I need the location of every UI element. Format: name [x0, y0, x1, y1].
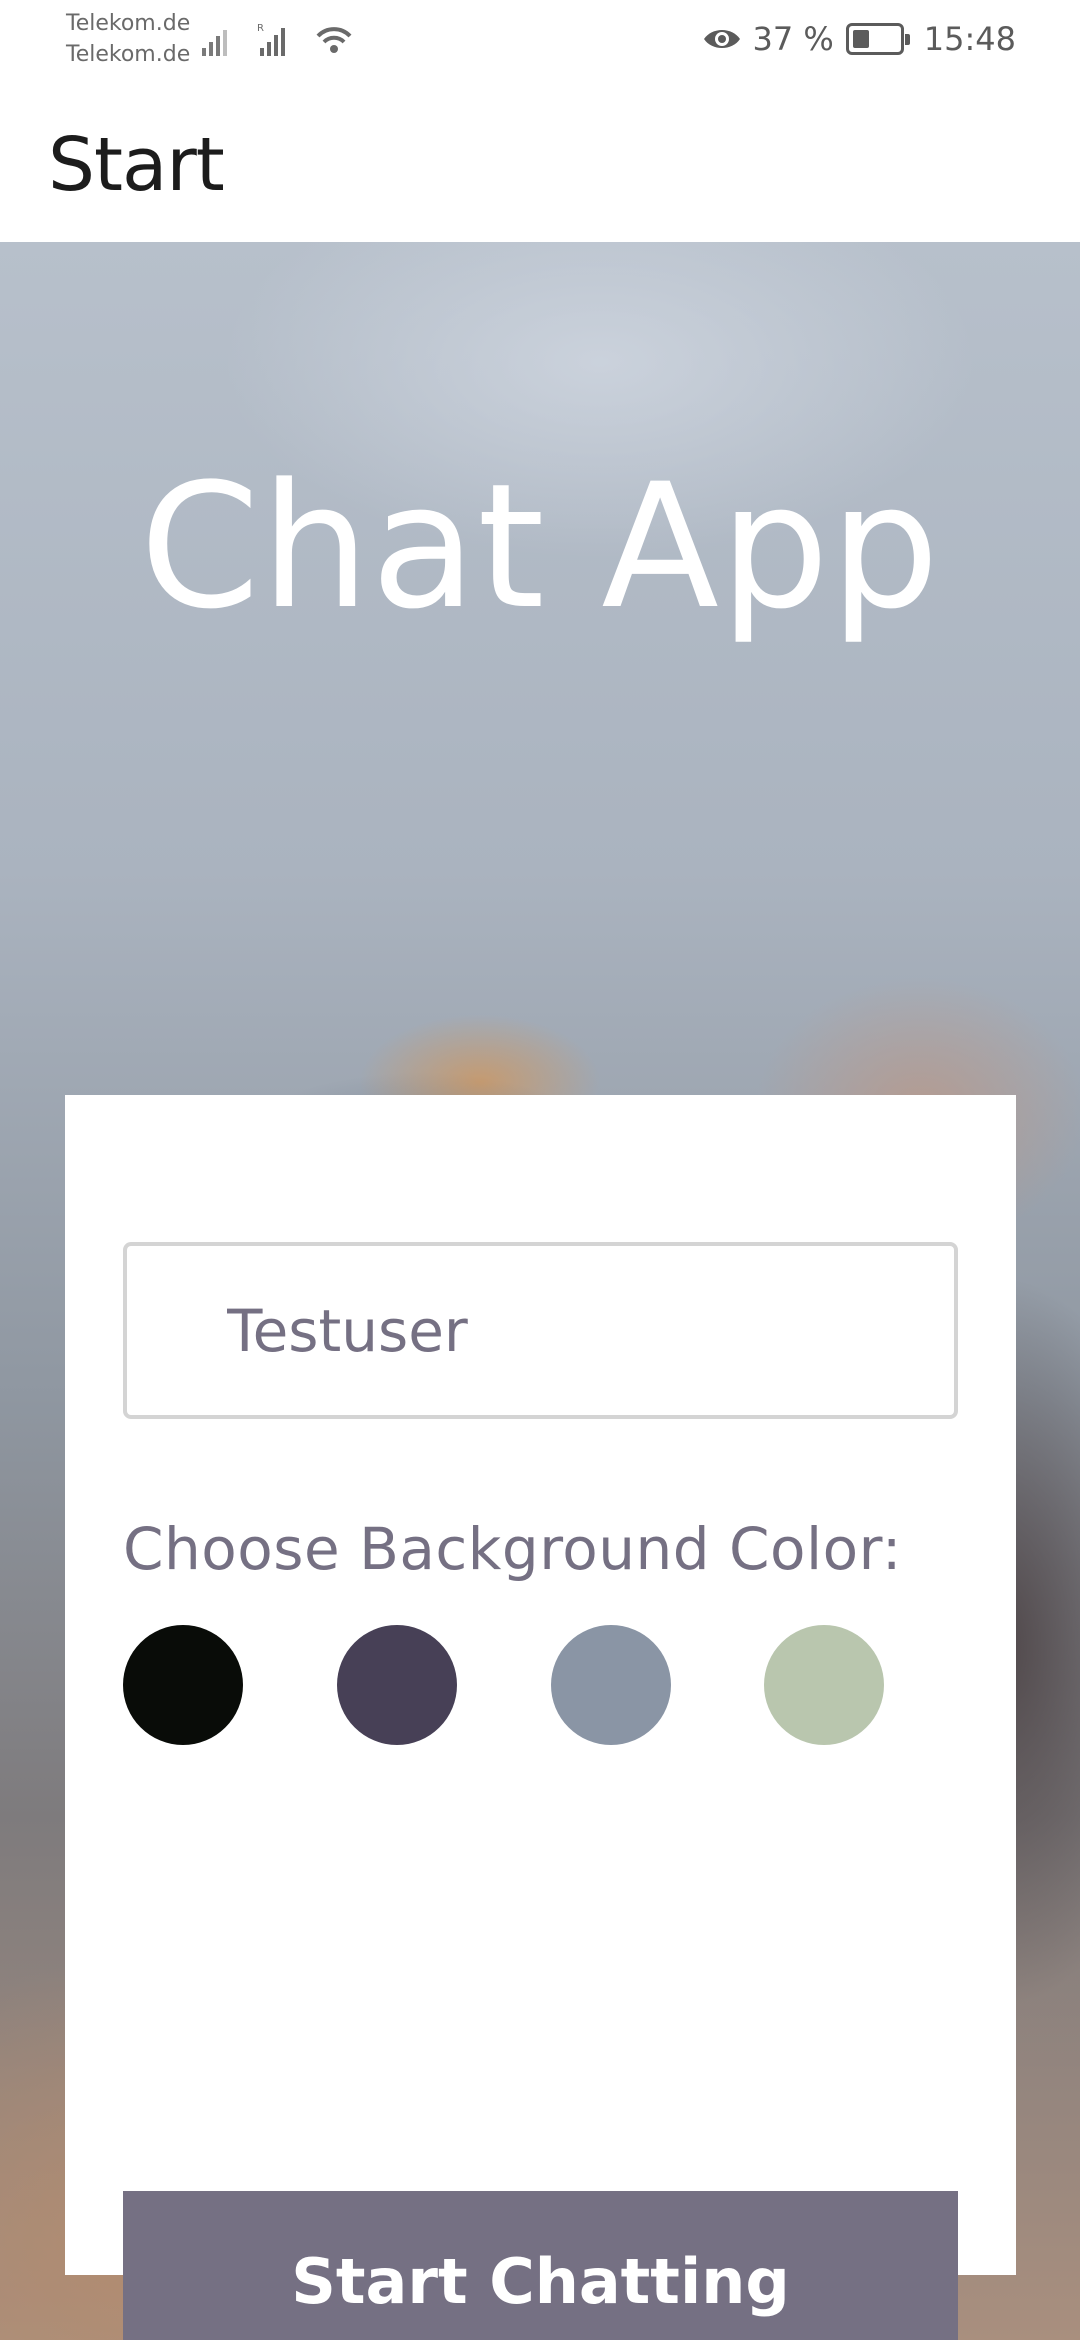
name-input[interactable] — [123, 1242, 958, 1419]
color-swatch-green[interactable] — [764, 1625, 884, 1745]
app-bar: Start — [0, 78, 1080, 242]
carrier-1: Telekom.de — [66, 11, 191, 36]
carrier-2: Telekom.de — [66, 42, 191, 67]
color-swatch-grey-blue[interactable] — [551, 1625, 671, 1745]
connectivity-icons: R — [200, 18, 354, 56]
color-swatches — [123, 1625, 958, 1745]
status-bar: Telekom.de Telekom.de R 37 % 15:48 — [0, 0, 1080, 78]
color-label: Choose Background Color: — [123, 1515, 902, 1583]
wifi-icon — [316, 27, 352, 53]
battery-percent: 37 % — [752, 20, 834, 58]
carrier-info: Telekom.de Telekom.de — [66, 8, 190, 70]
battery-level — [852, 30, 869, 48]
eye-icon — [704, 30, 741, 48]
background-image: Chat App Choose Background Color: Start … — [0, 242, 1080, 2340]
battery-icon — [845, 23, 910, 55]
start-chatting-button[interactable]: Start Chatting — [123, 2191, 958, 2340]
status-right: 37 % 15:48 — [702, 14, 1016, 64]
app-title: Chat App — [139, 446, 941, 647]
start-form-card: Choose Background Color: Start Chatting — [65, 1095, 1016, 2340]
signal-roaming-icon: R — [257, 23, 285, 56]
page-title: Start — [48, 122, 225, 208]
color-swatch-purple[interactable] — [337, 1625, 457, 1745]
clock: 15:48 — [923, 20, 1016, 58]
svg-text:R: R — [257, 23, 264, 34]
signal-icon — [202, 30, 227, 56]
color-swatch-black[interactable] — [123, 1625, 243, 1745]
